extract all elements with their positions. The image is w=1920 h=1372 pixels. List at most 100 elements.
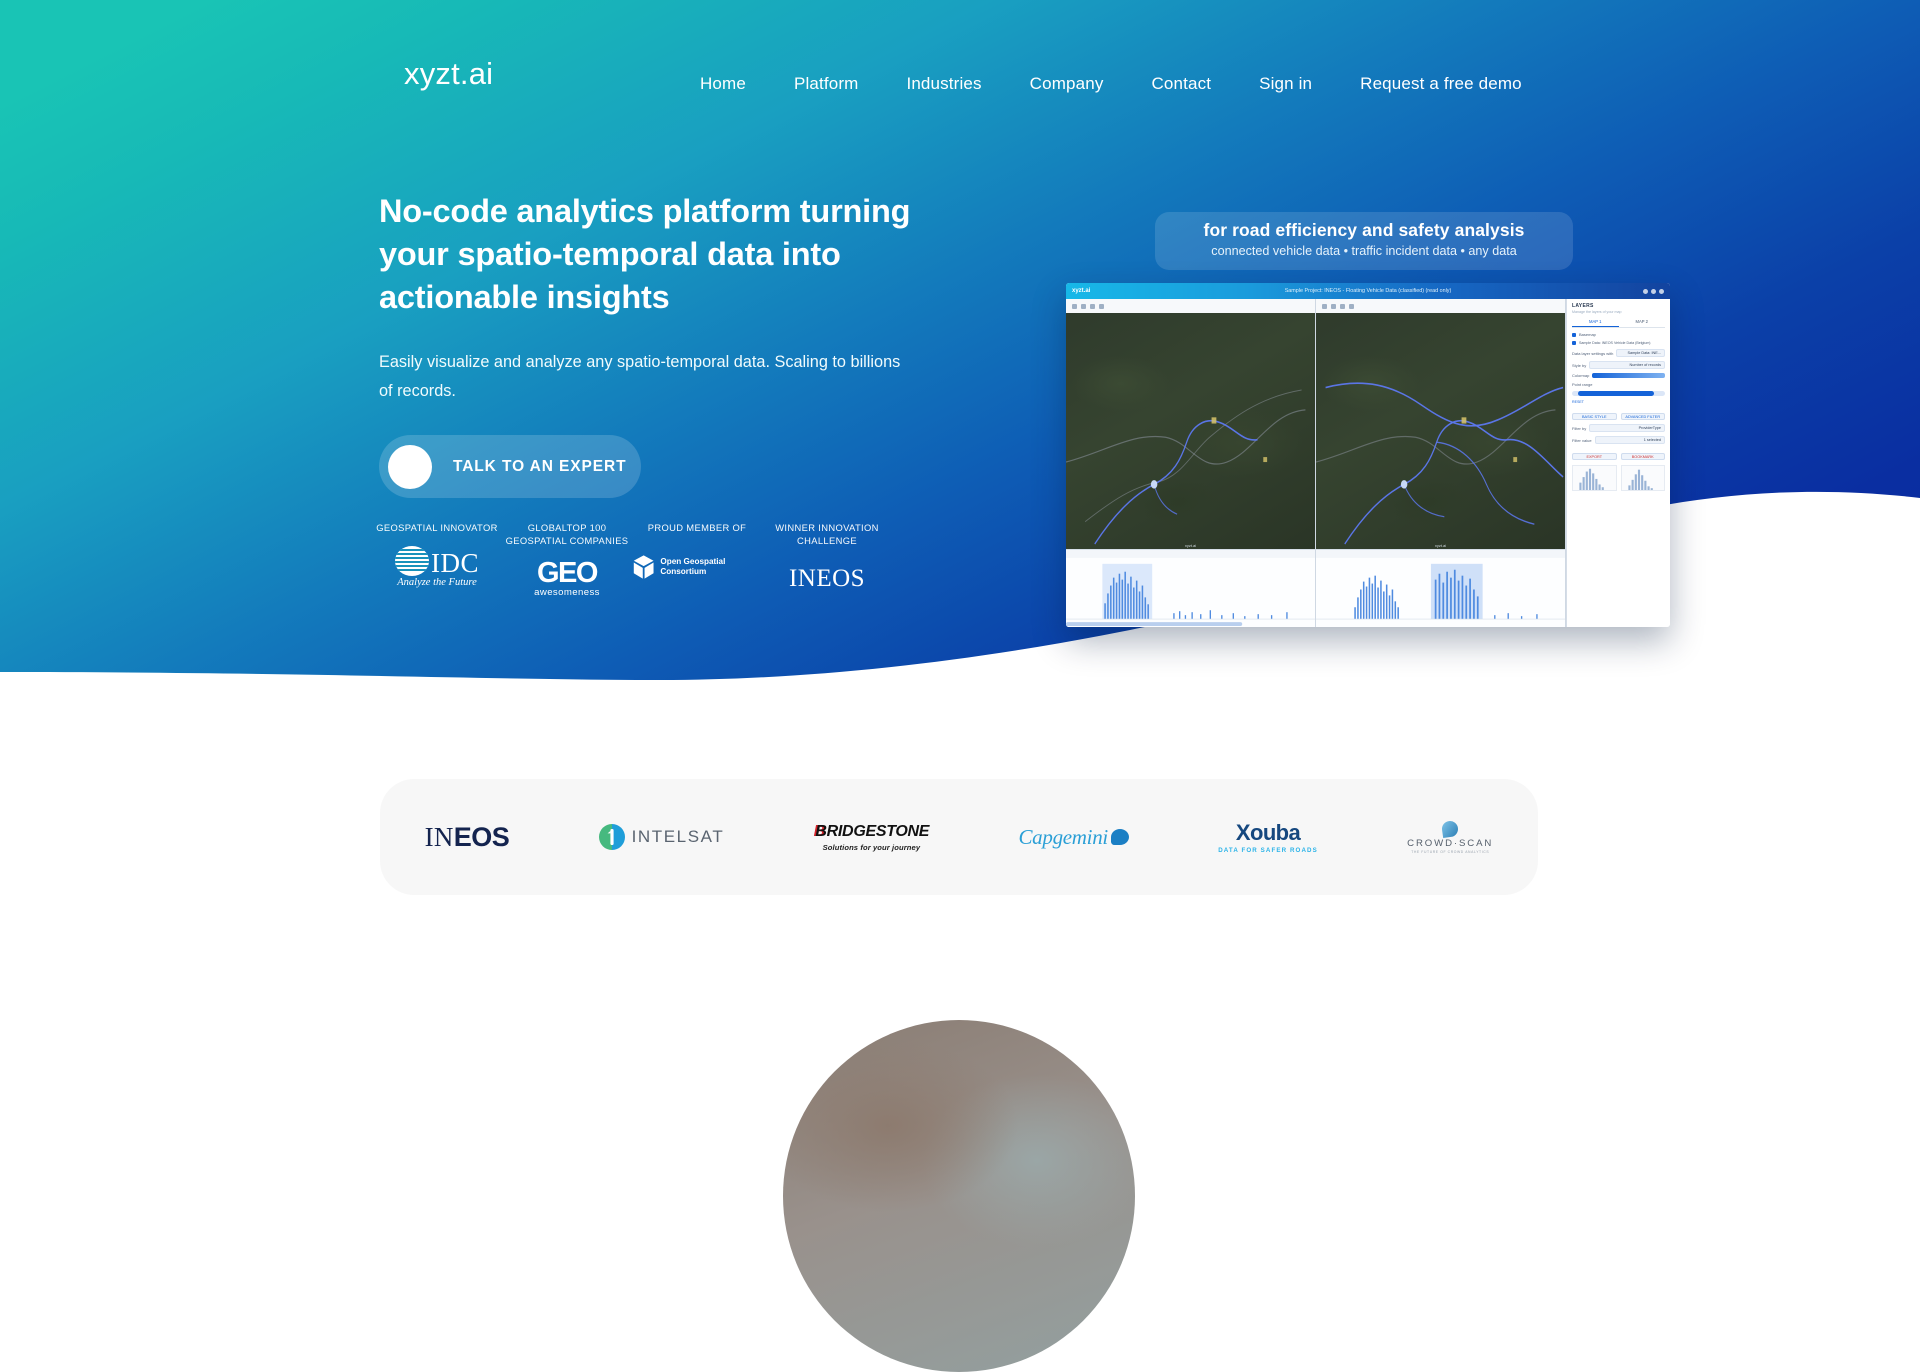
map-canvas-1[interactable]: xyzt.ai (1066, 313, 1315, 549)
callout-subtitle: connected vehicle data • traffic inciden… (1211, 244, 1517, 258)
xouba-tagline: DATA FOR SAFER ROADS (1218, 847, 1318, 854)
bridgestone-tagline: Solutions for your journey (822, 842, 921, 852)
statistics-histograms (1572, 465, 1665, 491)
award-caption: WINNER INNOVATION CHALLENGE (775, 522, 879, 546)
award-ineos: WINNER INNOVATION CHALLENGE INEOS (762, 522, 892, 602)
nav-item-sign-in[interactable]: Sign in (1235, 74, 1336, 94)
field-colormap[interactable]: Colormap (1572, 373, 1665, 378)
field-label: Style by (1572, 362, 1587, 368)
geo-wordmark: GEO (537, 557, 598, 589)
layers-panel-subtitle: Manage the layers of your map (1572, 310, 1622, 314)
field-label: Filter value (1572, 437, 1592, 443)
product-screenshot[interactable]: xyzt.ai Sample Project: INEOS - Floating… (1066, 283, 1670, 627)
layer-visibility-icon[interactable] (1572, 332, 1576, 337)
intelsat-wordmark: INTELSAT (631, 827, 725, 846)
colormap-swatch[interactable] (1592, 373, 1665, 378)
award-idc: GEOSPATIAL INNOVATOR IDC Analyze the Fut… (372, 522, 502, 602)
award-caption: GEOSPATIAL INNOVATOR (376, 522, 498, 533)
hero-section: xyzt.ai Home Platform Industries Company… (0, 0, 1920, 700)
bookmark-button[interactable]: BOOKMARK (1620, 453, 1665, 460)
field-data-layer-settings[interactable]: Data layer settings with Sample Data: IN… (1572, 349, 1665, 357)
point-range-slider[interactable] (1572, 391, 1665, 396)
layer-item-basemap[interactable]: Basemap (1572, 332, 1665, 337)
client-logo-bridgestone: BBRIDGESTONE Solutions for your journey (813, 822, 930, 852)
hero-headline: No-code analytics platform turning your … (379, 193, 911, 315)
crowdscan-wordmark: CROWD·SCAN (1407, 837, 1494, 849)
field-style-by[interactable]: Style by Number of records (1572, 361, 1665, 369)
ineos-prefix: IN (424, 821, 454, 852)
nav-links: Home Platform Industries Company Contact… (676, 74, 1546, 94)
client-logo-ineos: IN EOS (425, 807, 510, 867)
map-toolbar-2[interactable] (1316, 299, 1565, 313)
nav-item-request-demo[interactable]: Request a free demo (1336, 74, 1546, 94)
app-window-title: Sample Project: INEOS - Floating Vehicle… (1284, 288, 1452, 294)
field-value[interactable]: Sample Data: INE... (1616, 349, 1665, 357)
crowdscan-tagline: THE FUTURE OF CROWD ANALYTICS (1411, 849, 1490, 854)
timeline-chart-1[interactable] (1066, 549, 1315, 627)
map-canvas-2[interactable]: xyzt.ai (1316, 313, 1565, 549)
field-value[interactable]: Number of records (1589, 361, 1665, 369)
hero-subcopy: Easily visualize and analyze any spatio-… (379, 353, 901, 400)
reset-link[interactable]: RESET (1572, 400, 1665, 404)
client-logo-crowdscan: CROWD·SCAN THE FUTURE OF CROWD ANALYTICS (1407, 807, 1493, 867)
basic-style-button[interactable]: BASIC STYLE (1572, 413, 1617, 420)
ogc-wordmark: Open Geospatial Consortium (660, 556, 726, 576)
map-panel-2[interactable]: xyzt.ai (1316, 299, 1566, 627)
advanced-filter-button[interactable]: ADVANCED FILTER (1620, 413, 1665, 420)
nav-item-company[interactable]: Company (1006, 74, 1128, 94)
client-logo-strip: IN EOS INTELSAT BBRIDGESTONE Solutions fo… (380, 779, 1538, 895)
field-filter-by[interactable]: Filter by ProviderType (1572, 424, 1665, 432)
nav-item-home[interactable]: Home (676, 74, 770, 94)
map-tabs[interactable]: MAP 1 MAP 2 (1572, 319, 1665, 328)
idc-tagline: Analyze the Future (397, 576, 477, 588)
callout-title: for road efficiency and safety analysis (1203, 220, 1525, 240)
layers-panel[interactable]: LAYERS Manage the layers of your map MAP… (1566, 299, 1670, 627)
bridgestone-wordmark: BRIDGESTONE (815, 822, 930, 840)
cta-label: TALK TO AN EXPERT (453, 457, 627, 475)
nav-item-industries[interactable]: Industries (882, 74, 1005, 94)
field-point-range[interactable]: Point range (1572, 382, 1665, 387)
tab-map-2[interactable]: MAP 2 (1619, 319, 1666, 327)
nav-item-contact[interactable]: Contact (1127, 74, 1235, 94)
award-caption: GLOBALTOP 100 GEOSPATIAL COMPANIES (505, 522, 629, 546)
field-label: Filter by (1572, 425, 1587, 431)
idc-logo-icon: IDC Analyze the Future (372, 544, 502, 590)
top-navigation: xyzt.ai Home Platform Industries Company… (0, 0, 1920, 118)
field-filter-value[interactable]: Filter value 1 selected (1572, 436, 1665, 444)
idc-globe-icon (395, 545, 429, 576)
geo-tagline: awesomeness (534, 587, 600, 598)
layer-visibility-icon[interactable] (1572, 341, 1576, 345)
map-attribution-2: xyzt.ai (1434, 543, 1447, 548)
idc-wordmark: IDC (431, 547, 479, 578)
client-logo-capgemini: Capgemini (1018, 807, 1129, 867)
field-value[interactable]: ProviderType (1589, 424, 1665, 432)
brand-logo[interactable]: xyzt.ai (404, 56, 493, 92)
intelsat-mark-icon (598, 824, 625, 850)
testimonial-avatar-photo (783, 1020, 1135, 1372)
timeline-chart-2[interactable] (1316, 549, 1565, 627)
export-button[interactable]: EXPORT (1572, 453, 1617, 460)
window-controls[interactable] (1643, 288, 1664, 294)
geo-logo-icon: GEO awesomeness (502, 556, 632, 602)
ineos-suffix: EOS (453, 821, 510, 852)
map-panel-1[interactable]: xyzt.ai (1066, 299, 1316, 627)
award-caption: PROUD MEMBER OF (647, 522, 747, 533)
award-ogc: PROUD MEMBER OF Open Geospatial Consorti… (632, 522, 762, 602)
app-titlebar: xyzt.ai Sample Project: INEOS - Floating… (1066, 283, 1670, 299)
client-logo-xouba: Xouba DATA FOR SAFER ROADS (1218, 807, 1318, 867)
ineos-wordmark: INEOS (788, 565, 866, 592)
tab-map-1[interactable]: MAP 1 (1572, 319, 1619, 327)
layer-item-sample-data[interactable]: Sample Data: INEOS Vehicle Data (Belgium… (1572, 341, 1665, 345)
map-attribution-1: xyzt.ai (1184, 543, 1197, 548)
field-value[interactable]: 1 selected (1594, 436, 1665, 444)
capgemini-swoosh-icon (1110, 829, 1129, 845)
layer-label: Basemap (1579, 332, 1596, 337)
histogram-1 (1572, 465, 1617, 491)
ogc-logo-icon: Open Geospatial Consortium (632, 544, 762, 590)
field-label: Point range (1572, 382, 1593, 387)
ineos-logo-icon: INEOS (762, 556, 892, 602)
nav-item-platform[interactable]: Platform (770, 74, 883, 94)
map-toolbar-1[interactable] (1066, 299, 1315, 313)
ogc-cube-icon (633, 554, 654, 579)
talk-to-an-expert-button[interactable]: TALK TO AN EXPERT (379, 435, 641, 498)
